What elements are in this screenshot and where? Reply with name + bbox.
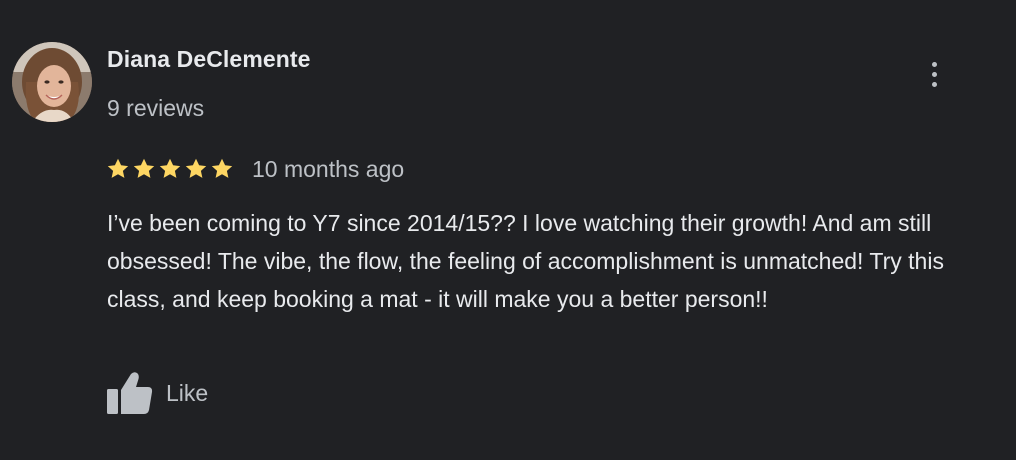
review-date: 10 months ago <box>252 155 405 182</box>
star-icon <box>107 158 129 178</box>
more-vert-icon-dot <box>931 81 937 87</box>
thumb-up-icon <box>107 372 153 414</box>
star-rating <box>106 157 234 181</box>
like-label: Like <box>166 379 209 406</box>
star-icon <box>159 158 181 178</box>
star-icon <box>211 158 233 178</box>
like-button[interactable]: Like <box>104 370 208 416</box>
author-name[interactable]: Diana DeClemente <box>107 46 311 73</box>
review-text: I’ve been coming to Y7 since 2014/15?? I… <box>107 210 944 312</box>
star-icon <box>185 158 207 178</box>
more-vert-icon <box>931 61 937 67</box>
rating-row: 10 months ago <box>106 154 404 184</box>
more-options-button[interactable] <box>918 56 950 92</box>
review-card: Diana DeClemente 9 reviews 10 months ago… <box>0 0 1016 460</box>
star-icon <box>133 158 155 178</box>
more-vert-icon-dot <box>931 71 937 77</box>
review-count[interactable]: 9 reviews <box>107 95 204 122</box>
author-avatar[interactable] <box>12 42 92 122</box>
